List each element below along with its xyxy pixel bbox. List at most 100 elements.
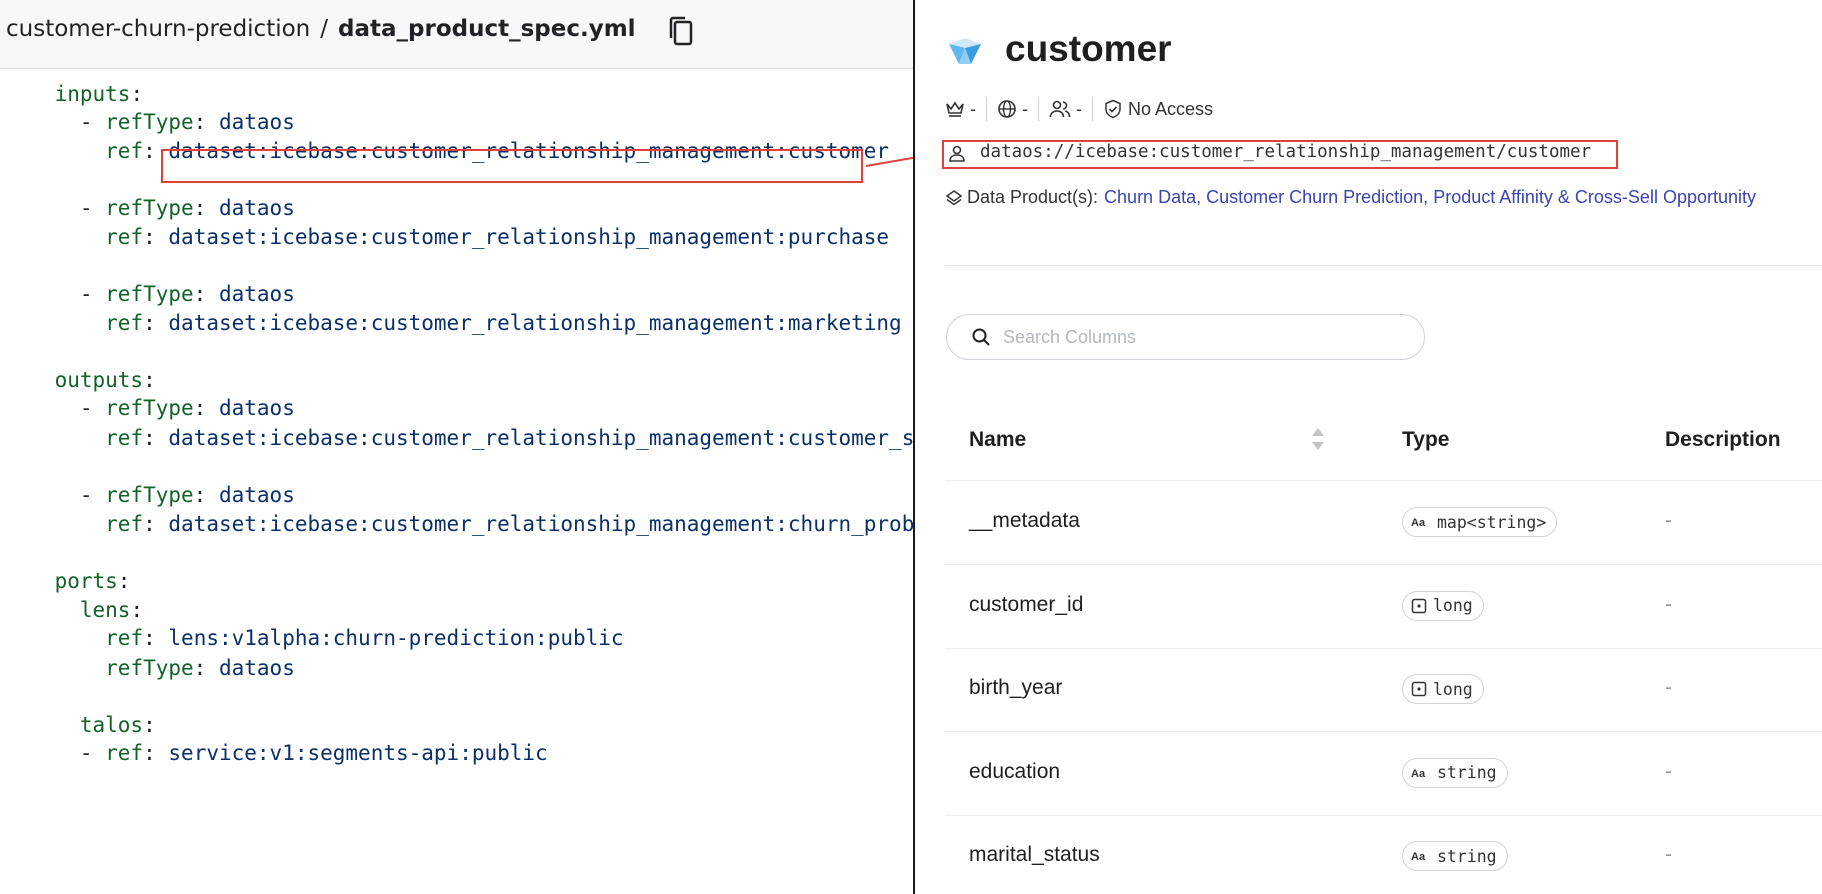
table-row[interactable]: birth_year long - bbox=[945, 648, 1822, 732]
column-type-label: long bbox=[1433, 596, 1473, 615]
yaml-colon: : bbox=[143, 741, 156, 765]
yaml-value: dataos bbox=[218, 196, 295, 220]
code-list-dash: - bbox=[79, 741, 106, 765]
data-products-links[interactable]: Churn Data, Customer Churn Prediction, P… bbox=[1104, 187, 1756, 208]
code-line: - refType: dataos bbox=[4, 282, 295, 306]
meta-row: - - - No Access bbox=[945, 97, 1233, 121]
yaml-key: ref bbox=[105, 139, 144, 163]
text-type-icon: Aa bbox=[1411, 766, 1437, 780]
column-description: - bbox=[1665, 509, 1672, 532]
yaml-colon: : bbox=[117, 569, 131, 593]
header-name[interactable]: Name bbox=[969, 428, 1026, 452]
yaml-colon: : bbox=[143, 368, 156, 392]
code-line: ref: dataset:icebase:customer_relationsh… bbox=[4, 426, 913, 450]
search-columns[interactable] bbox=[946, 314, 1425, 360]
breadcrumb-separator: / bbox=[320, 16, 329, 42]
copy-icon[interactable] bbox=[666, 14, 696, 48]
svg-text:Aa: Aa bbox=[1411, 768, 1426, 780]
column-name: customer_id bbox=[969, 592, 1084, 616]
code-line: - refType: dataos bbox=[4, 396, 295, 420]
access-meta: No Access bbox=[1103, 97, 1223, 121]
yaml-colon: : bbox=[193, 396, 207, 420]
breadcrumb: customer-churn-prediction / data_product… bbox=[6, 16, 636, 42]
breadcrumb-file: data_product_spec.yml bbox=[338, 16, 636, 42]
yaml-value: dataset:icebase:customer_relationship_ma… bbox=[168, 225, 890, 249]
sort-icon[interactable] bbox=[1311, 426, 1325, 458]
owner-meta[interactable]: - bbox=[945, 97, 987, 121]
table-header: Name Type Description bbox=[945, 408, 1822, 481]
shield-check-icon bbox=[1105, 99, 1121, 119]
users-icon bbox=[1049, 100, 1071, 118]
yaml-key: ref bbox=[105, 741, 144, 765]
highlight-box-ref bbox=[161, 149, 863, 183]
yaml-colon: : bbox=[130, 82, 144, 106]
section-divider bbox=[945, 265, 1822, 266]
highlight-box-urn bbox=[942, 140, 1618, 169]
column-name: __metadata bbox=[969, 509, 1080, 532]
yaml-colon: : bbox=[143, 139, 156, 163]
yaml-colon: : bbox=[193, 282, 207, 306]
yaml-key: ref bbox=[105, 626, 144, 650]
yaml-key: ports bbox=[54, 569, 118, 593]
yaml-value: dataos bbox=[218, 483, 295, 507]
column-description: - bbox=[1665, 592, 1672, 616]
dataset-title: customer bbox=[1005, 28, 1172, 69]
yaml-colon: : bbox=[143, 512, 156, 536]
yaml-colon: : bbox=[143, 426, 156, 450]
table-row[interactable]: marital_status Aa string - bbox=[945, 815, 1822, 894]
header-description: Description bbox=[1665, 428, 1781, 451]
column-description: - bbox=[1665, 759, 1672, 783]
breadcrumb-repo[interactable]: customer-churn-prediction bbox=[6, 16, 310, 42]
header-type: Type bbox=[1402, 428, 1450, 451]
crown-icon bbox=[946, 101, 964, 117]
data-products-label: Data Product(s): bbox=[967, 187, 1099, 207]
file-header: customer-churn-prediction / data_product… bbox=[0, 0, 913, 69]
column-type-badge: Aa map<string> bbox=[1402, 507, 1558, 537]
yaml-value: dataset:icebase:customer_relationship_ma… bbox=[168, 512, 913, 536]
code-line: - refType: dataos bbox=[4, 483, 295, 507]
yaml-key: refType bbox=[105, 110, 194, 134]
domain-meta[interactable]: - bbox=[997, 97, 1039, 121]
yaml-colon: : bbox=[143, 225, 156, 249]
code-list-dash: - bbox=[79, 196, 106, 220]
yaml-value: dataset:icebase:customer_relationship_ma… bbox=[168, 311, 902, 335]
users-meta[interactable]: - bbox=[1049, 97, 1093, 121]
svg-text:Aa: Aa bbox=[1411, 517, 1426, 529]
column-type-label: string bbox=[1437, 846, 1497, 866]
code-line: ref: dataset:icebase:customer_relationsh… bbox=[4, 311, 902, 335]
yaml-editor-pane: customer-churn-prediction / data_product… bbox=[0, 0, 913, 894]
column-description: - bbox=[1665, 676, 1672, 699]
arrow-connector bbox=[866, 156, 913, 167]
yaml-colon: : bbox=[193, 656, 207, 680]
yaml-colon: : bbox=[193, 196, 207, 220]
yaml-colon: : bbox=[143, 713, 156, 737]
column-type-badge: Aa string bbox=[1402, 757, 1508, 788]
yaml-key: lens bbox=[79, 598, 131, 622]
svg-text:Aa: Aa bbox=[1411, 851, 1426, 863]
table-row[interactable]: education Aa string - bbox=[945, 732, 1822, 816]
yaml-key: ref bbox=[105, 426, 144, 450]
number-type-icon bbox=[1411, 598, 1433, 614]
yaml-colon: : bbox=[130, 598, 144, 622]
domain-value: - bbox=[1022, 98, 1028, 119]
table-row[interactable]: __metadata Aa map<string> - bbox=[945, 481, 1822, 565]
search-columns-input[interactable] bbox=[1001, 325, 1385, 349]
code-line: ref: dataset:icebase:customer_relationsh… bbox=[4, 225, 889, 249]
column-type-label: map<string> bbox=[1437, 512, 1547, 532]
code-line: talos: bbox=[4, 713, 156, 737]
table-row[interactable]: customer_id long - bbox=[945, 565, 1822, 649]
code-line: ref: lens:v1alpha:churn-prediction:publi… bbox=[4, 626, 623, 650]
